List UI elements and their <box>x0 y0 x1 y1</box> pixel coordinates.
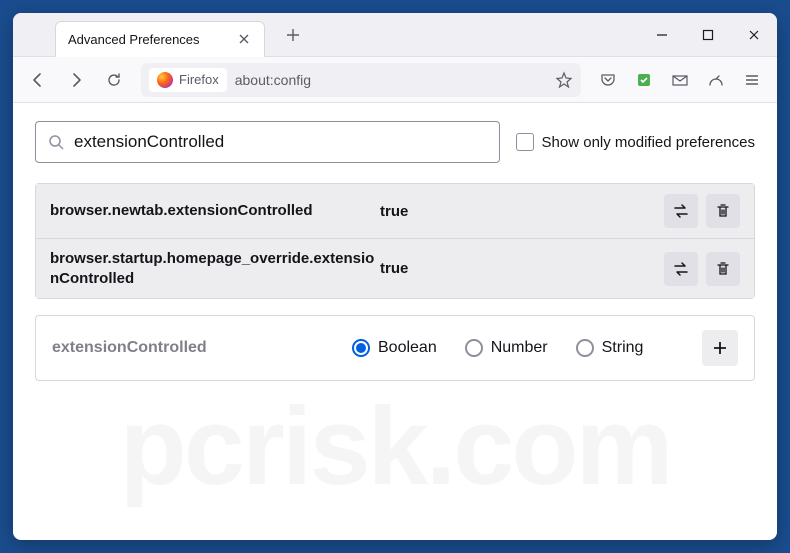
url-text: about:config <box>235 72 311 88</box>
toolbar-extensions <box>591 63 769 97</box>
preference-actions <box>664 252 740 286</box>
search-row: Show only modified preferences <box>35 121 755 163</box>
preference-row[interactable]: browser.newtab.extensionControlled true <box>36 184 754 239</box>
mail-icon[interactable] <box>663 63 697 97</box>
preference-value: true <box>380 260 664 277</box>
pocket-icon[interactable] <box>591 63 625 97</box>
browser-tab[interactable]: Advanced Preferences <box>55 21 265 57</box>
delete-button[interactable] <box>706 194 740 228</box>
firefox-logo-icon <box>157 72 173 88</box>
add-button[interactable] <box>702 330 738 366</box>
radio-icon <box>352 339 370 357</box>
navigation-toolbar: Firefox about:config <box>13 57 777 103</box>
window-controls <box>639 13 777 57</box>
config-content: Show only modified preferences browser.n… <box>13 103 777 540</box>
radio-label: Boolean <box>378 339 437 357</box>
search-input[interactable] <box>74 132 487 152</box>
preference-row[interactable]: browser.startup.homepage_override.extens… <box>36 239 754 298</box>
new-preference-name: extensionControlled <box>52 339 352 357</box>
reload-button[interactable] <box>97 63 131 97</box>
bookmark-star-icon[interactable] <box>555 71 573 89</box>
preference-name: browser.newtab.extensionControlled <box>50 201 380 221</box>
close-icon[interactable] <box>236 31 252 47</box>
toggle-button[interactable] <box>664 252 698 286</box>
identity-box[interactable]: Firefox <box>149 68 227 92</box>
maximize-button[interactable] <box>685 13 731 57</box>
browser-window: Advanced Preferences <box>13 13 777 540</box>
radio-label: String <box>602 339 644 357</box>
checkbox-label: Show only modified preferences <box>542 134 755 151</box>
preference-actions <box>664 194 740 228</box>
preference-value: true <box>380 203 664 220</box>
delete-button[interactable] <box>706 252 740 286</box>
minimize-button[interactable] <box>639 13 685 57</box>
close-button[interactable] <box>731 13 777 57</box>
radio-string[interactable]: String <box>576 339 644 357</box>
preference-list: browser.newtab.extensionControlled true … <box>35 183 755 299</box>
checkbox-icon <box>516 133 534 151</box>
search-icon <box>48 134 64 150</box>
dashboard-icon[interactable] <box>699 63 733 97</box>
modified-only-checkbox[interactable]: Show only modified preferences <box>516 133 755 151</box>
extension-green-icon[interactable] <box>627 63 661 97</box>
search-box[interactable] <box>35 121 500 163</box>
type-radio-group: Boolean Number String <box>352 339 702 357</box>
identity-label: Firefox <box>179 72 219 87</box>
url-bar[interactable]: Firefox about:config <box>141 63 581 97</box>
tab-title: Advanced Preferences <box>68 32 200 47</box>
radio-number[interactable]: Number <box>465 339 548 357</box>
radio-boolean[interactable]: Boolean <box>352 339 437 357</box>
radio-label: Number <box>491 339 548 357</box>
menu-icon[interactable] <box>735 63 769 97</box>
new-tab-button[interactable] <box>277 19 309 51</box>
radio-icon <box>576 339 594 357</box>
new-preference-row: extensionControlled Boolean Number Strin… <box>35 315 755 381</box>
radio-icon <box>465 339 483 357</box>
preference-name: browser.startup.homepage_override.extens… <box>50 249 380 288</box>
titlebar: Advanced Preferences <box>13 13 777 57</box>
forward-button[interactable] <box>59 63 93 97</box>
back-button[interactable] <box>21 63 55 97</box>
toggle-button[interactable] <box>664 194 698 228</box>
